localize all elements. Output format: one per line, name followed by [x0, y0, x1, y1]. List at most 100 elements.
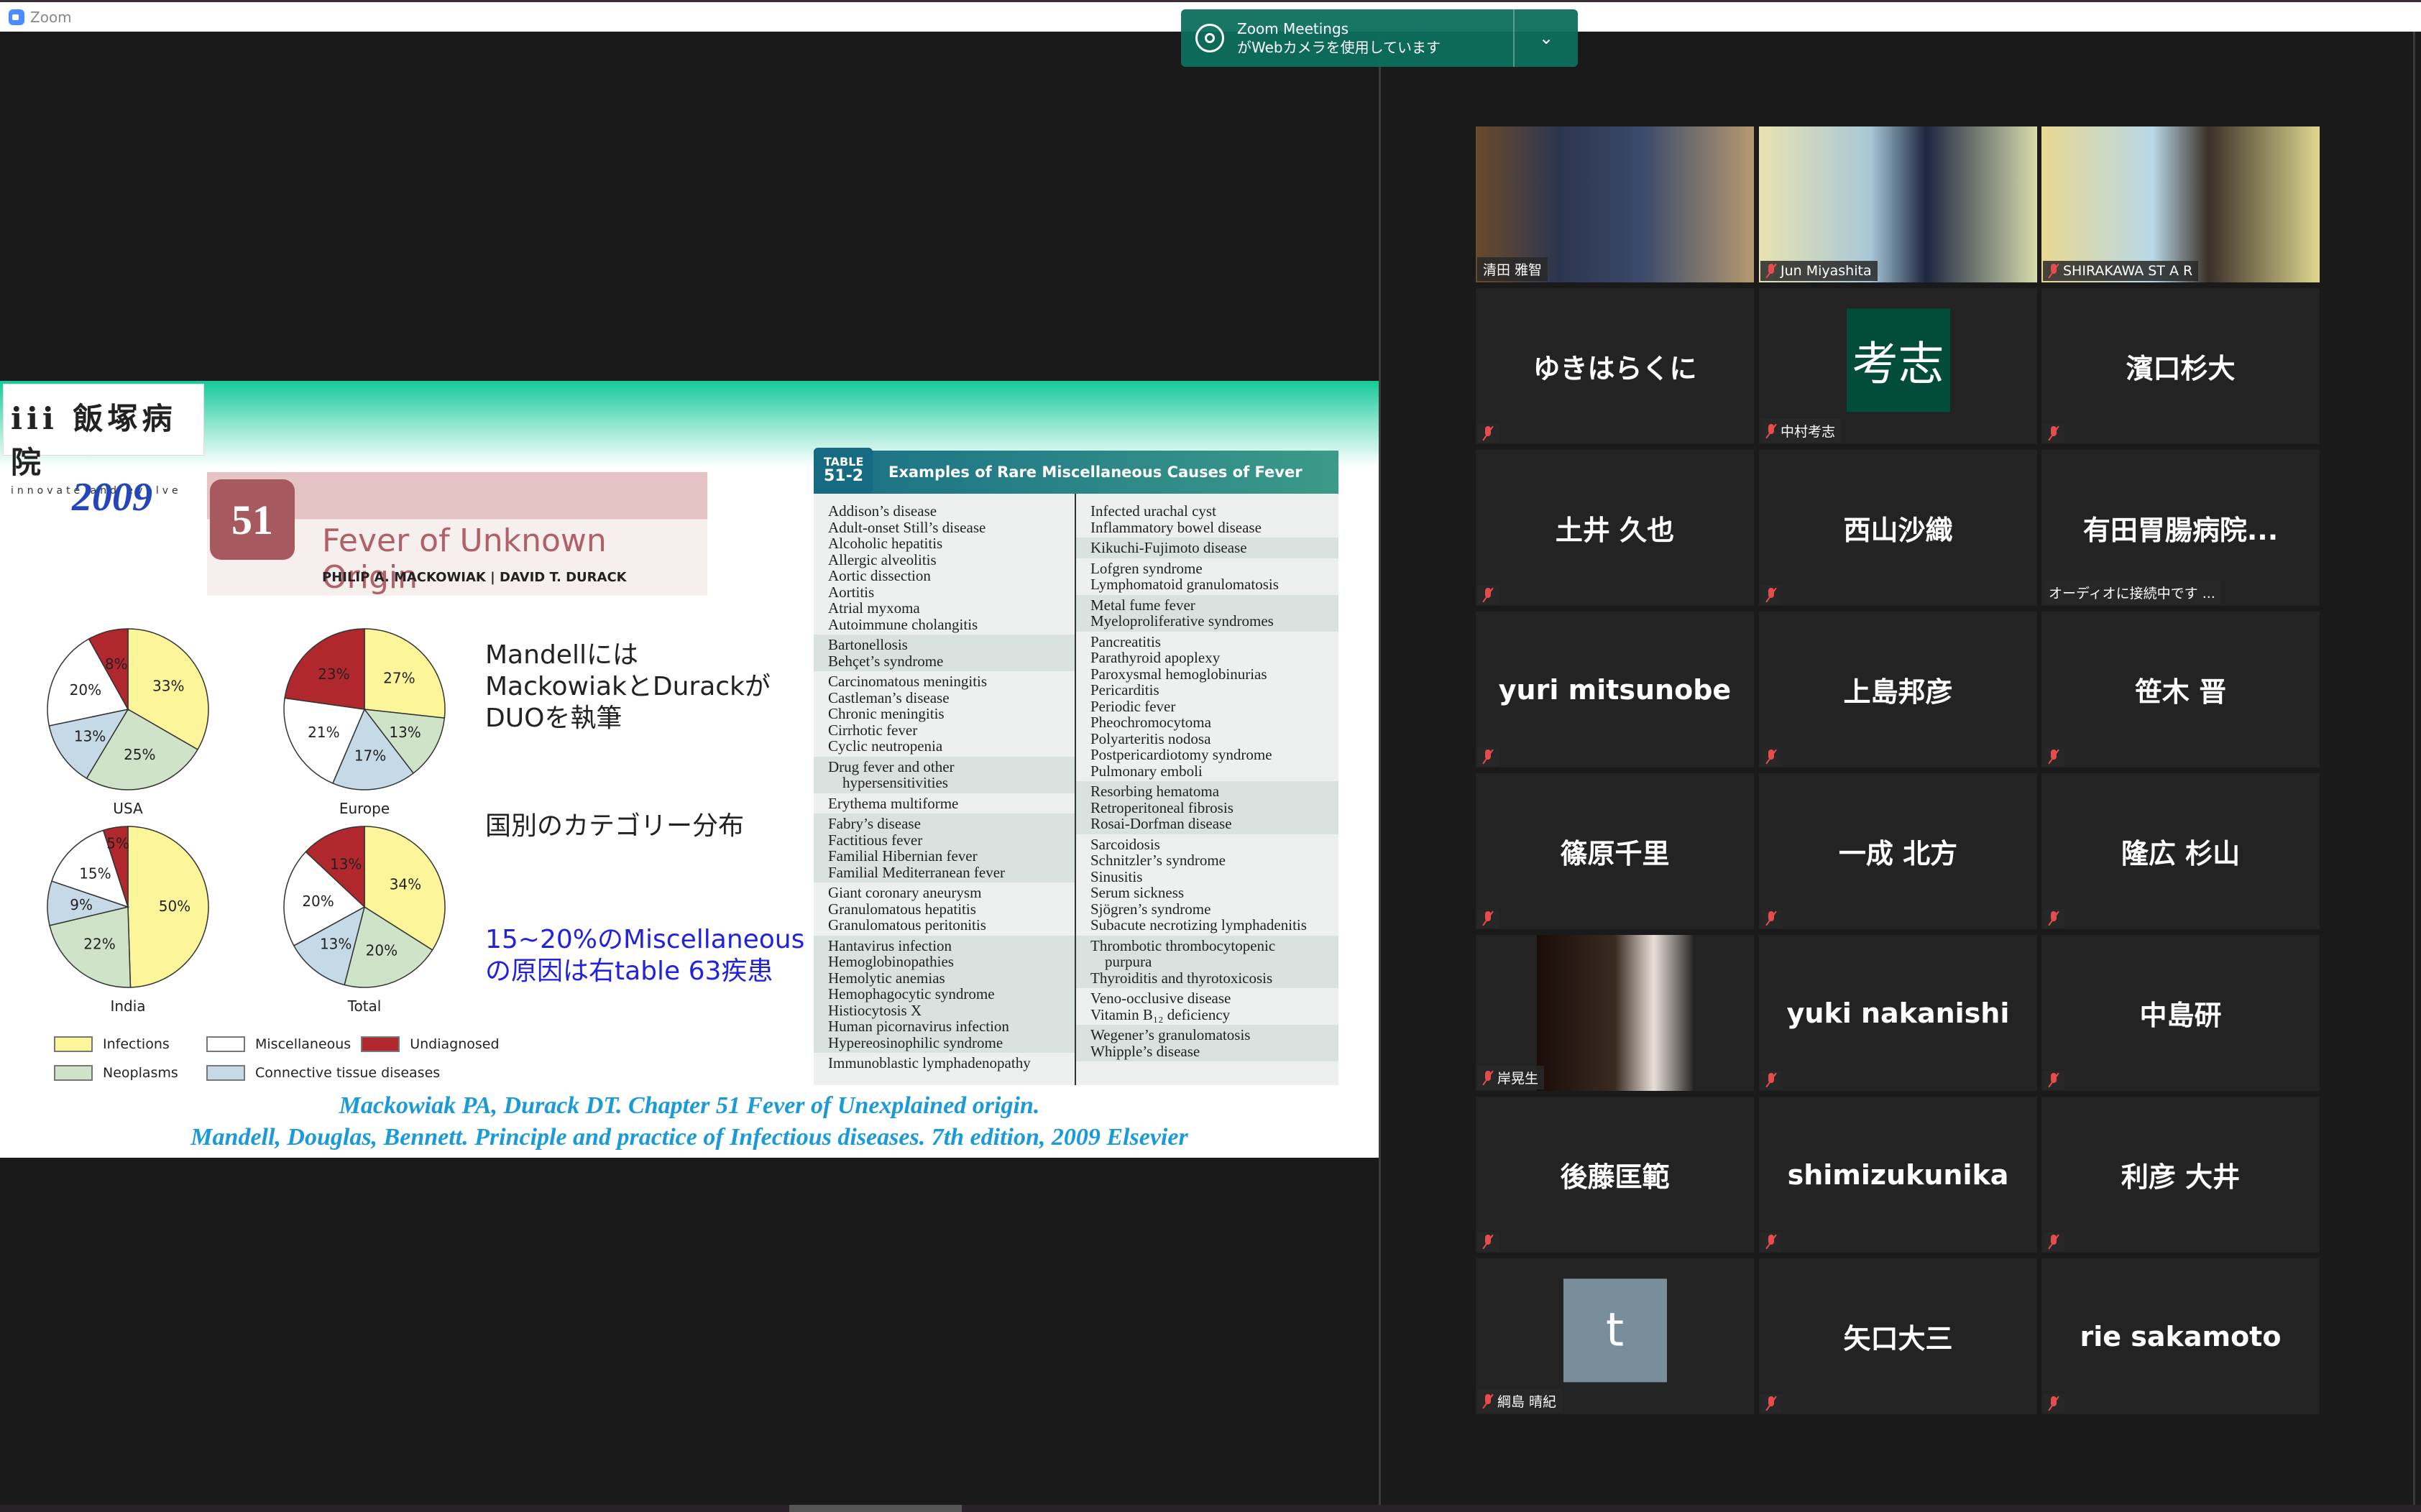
participant-tile[interactable]: ゆきはらくに [1476, 288, 1754, 444]
participant-tile[interactable]: Jun Miyashita [1759, 126, 2037, 282]
legend-swatch [361, 1036, 400, 1052]
legend-label: Undiagnosed [410, 1036, 500, 1052]
horizontal-scrollbar[interactable] [0, 1505, 2421, 1512]
participant-tile[interactable]: 隆広 杉山 [2041, 773, 2320, 929]
table-item: Whipple’s disease [1090, 1042, 1200, 1060]
participant-tile[interactable]: 上島邦彦 [1759, 612, 2037, 767]
participant-tile[interactable]: 有田胃腸病院... オーディオに接続中です ... [2041, 450, 2320, 606]
participant-avatar: 考志 [1846, 308, 1950, 412]
mic-muted-icon [1483, 426, 1493, 441]
table-item: Postpericardiotomy syndrome [1090, 746, 1272, 763]
pie-title: USA [113, 800, 143, 817]
table-item: Wegener’s granulomatosis [1090, 1026, 1251, 1043]
participant-label-text: 綱島 晴紀 [1497, 1394, 1557, 1410]
table-group: Carcinomatous meningitis Castleman’s dise… [814, 671, 1075, 757]
table-item: purpura [1105, 953, 1152, 970]
table-item: Pheochromocytoma [1090, 714, 1211, 731]
participant-label [1760, 1232, 1782, 1251]
table-item: Sjögren’s syndrome [1090, 900, 1211, 918]
participant-tile[interactable]: 土井 久也 [1476, 450, 1754, 606]
participant-tile[interactable]: 利彦 大井 [2041, 1097, 2320, 1253]
pie-data-label: 13% [389, 724, 421, 741]
pie-data-label: 50% [159, 898, 190, 915]
chevron-down-icon[interactable]: ⌄ [1513, 9, 1578, 67]
pie-data-label: 13% [330, 855, 362, 872]
participant-label-text: 清田 雅智 [1483, 262, 1543, 278]
participant-tile[interactable]: yuri mitsunobe [1476, 612, 1754, 767]
pie-data-label: 13% [320, 935, 352, 952]
table-group: Wegener’s granulomatosis Whipple’s diseas… [1076, 1025, 1338, 1061]
mic-muted-icon [2049, 750, 2059, 764]
participant-name: 土井 久也 [1555, 515, 1675, 546]
participant-name: 濱口杉大 [2126, 353, 2236, 384]
participant-name: 後藤匡範 [1560, 1161, 1670, 1193]
table-item: Aortic dissection [828, 567, 931, 584]
webcam-notification[interactable]: Zoom Meetings がWebカメラを使用しています ⌄ [1181, 9, 1578, 67]
participant-name: shimizukunika [1787, 1158, 2009, 1191]
note-distribution: 国別のカテゴリー分布 [485, 811, 745, 841]
participant-tile[interactable]: 矢口大三 [1759, 1258, 2037, 1414]
notification-title: Zoom Meetings [1237, 20, 1349, 37]
table-item: Hemophagocytic syndrome [828, 985, 995, 1002]
participant-tile[interactable]: t 綱島 晴紀 [1476, 1258, 1754, 1414]
participant-tile[interactable]: 篠原千里 [1476, 773, 1754, 929]
mic-muted-icon [1483, 588, 1493, 602]
table-item: Veno-occlusive disease [1090, 990, 1231, 1007]
table-group: Drug fever and other hypersensitivities [814, 756, 1075, 793]
participant-name: ゆきはらくに [1533, 353, 1697, 384]
table-group: Fabry’s disease Factitious fever Familial … [814, 813, 1075, 882]
panel-divider[interactable] [1379, 32, 1381, 1509]
table-group: Pancreatitis Parathyroid apoplexy Paroxysm… [1076, 632, 1338, 782]
pie-data-label: 20% [366, 941, 398, 959]
participant-label: オーディオに接続中です ... [2043, 581, 2221, 604]
participant-label: SHIRAKAWA ST A R [2043, 261, 2199, 281]
pie-data-label: 8% [105, 655, 128, 673]
legend-label: Miscellaneous [255, 1036, 352, 1052]
table-group: Immunoblastic lymphadenopathy [814, 1053, 1075, 1074]
participant-tile[interactable]: 一成 北方 [1759, 773, 2037, 929]
participant-label [2043, 1071, 2064, 1089]
table-column-right: Infected urachal cyst Inflammatory bowel … [1076, 494, 1338, 1085]
table-item: Histiocytosis X [828, 1001, 922, 1019]
participant-tile[interactable]: 西山沙織 [1759, 450, 2037, 606]
table-column-left: Addison’s disease Adult-onset Still’s dis… [814, 494, 1076, 1085]
table-item: Retroperitoneal fibrosis [1090, 798, 1234, 816]
shared-screen-slide: iii 飯塚病院 innovate and evolve 2009 51 Fev… [0, 381, 1379, 1158]
participant-tile[interactable]: shimizukunika [1759, 1097, 2037, 1253]
participant-tile[interactable]: 中島研 [2041, 935, 2320, 1091]
participant-label [1477, 747, 1499, 766]
participant-label-text: Jun Miyashita [1781, 263, 1872, 279]
scrollbar-thumb[interactable] [789, 1505, 962, 1512]
participant-tile[interactable]: yuki nakanishi [1759, 935, 2037, 1091]
participant-label [2043, 747, 2064, 766]
table-item: Pancreatitis [1090, 632, 1161, 650]
table-item: Myeloproliferative syndromes [1090, 612, 1274, 630]
pie-data-label: 34% [390, 876, 421, 893]
pie-title: Europe [339, 800, 390, 817]
table-item: Behçet’s syndrome [828, 652, 944, 670]
mic-muted-icon [1766, 911, 1776, 926]
participant-tile[interactable]: 清田 雅智 [1476, 126, 1754, 282]
participant-tile[interactable]: 考志 中村考志 [1759, 288, 2037, 444]
table-item: Aortitis [828, 583, 875, 601]
participant-tile[interactable]: SHIRAKAWA ST A R [2041, 126, 2320, 282]
participant-tile[interactable]: rie sakamoto [2041, 1258, 2320, 1414]
pie-data-label: 13% [74, 728, 106, 745]
participant-tile[interactable]: 笹木 晋 [2041, 612, 2320, 767]
table-item: Bartonellosis [828, 636, 908, 653]
table-item: Fabry’s disease [828, 815, 921, 832]
participant-label: 綱島 晴紀 [1477, 1389, 1563, 1413]
participant-tile[interactable]: 岸晃生 [1476, 935, 1754, 1091]
table-item: Sinusitis [1090, 867, 1143, 885]
participant-label [1760, 747, 1782, 766]
participant-label: 中村考志 [1760, 419, 1842, 443]
citation-line-2: Mandell, Douglas, Bennett. Principle and… [190, 1124, 1188, 1151]
table-item: Atrial myxoma [828, 599, 920, 617]
participant-tile[interactable]: 後藤匡範 [1476, 1097, 1754, 1253]
mic-muted-icon [2049, 426, 2059, 441]
table-group: Resorbing hematoma Retroperitoneal fibros… [1076, 781, 1338, 834]
mic-muted-icon [1483, 750, 1493, 764]
participant-name: 笹木 晋 [2134, 676, 2227, 708]
participant-tile[interactable]: 濱口杉大 [2041, 288, 2320, 444]
table-item: hypersensitivities [842, 774, 948, 791]
